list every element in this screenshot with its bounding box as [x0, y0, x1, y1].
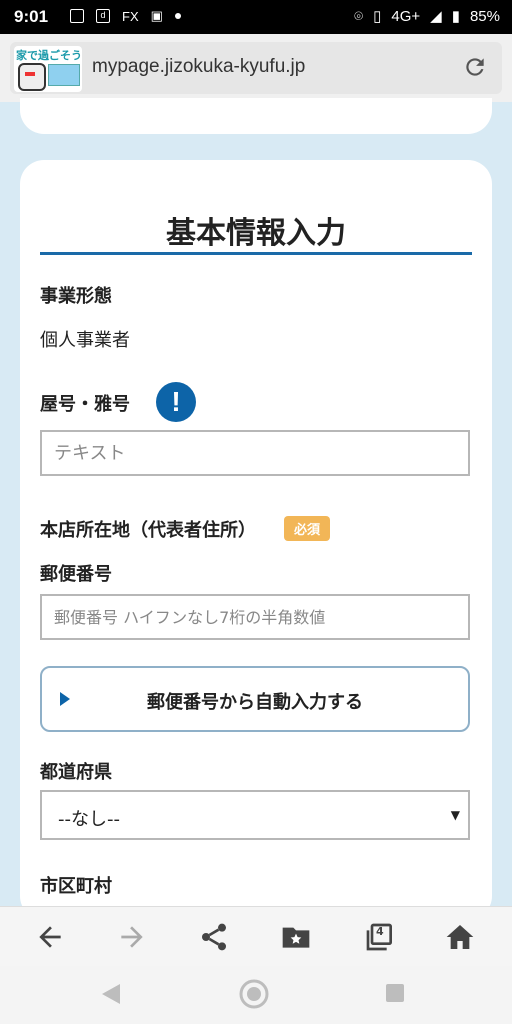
more-notifications-icon: [174, 13, 181, 19]
dropdown-arrow-icon: ▼: [450, 808, 460, 822]
auto-fill-button[interactable]: 郵便番号から自動入力する: [40, 666, 470, 732]
prefecture-label: 都道府県: [40, 762, 112, 783]
prefecture-selected: --なし--: [58, 809, 120, 830]
robot-icon: [18, 63, 46, 91]
window-icon: [48, 64, 80, 86]
info-icon[interactable]: !: [156, 382, 196, 422]
address-label: 本店所在地（代表者住所）: [40, 520, 256, 541]
previous-card: [20, 98, 492, 134]
signal-icon: ◢: [430, 8, 442, 25]
back-icon[interactable]: [34, 921, 66, 953]
required-badge: 必須: [284, 516, 331, 541]
business-type-label: 事業形態: [40, 286, 112, 307]
auto-fill-button-label: 郵便番号から自動入力する: [147, 692, 363, 713]
status-bar: 9:01 d FX ▣ ⌾ ▯ 4G+ ◢ ▮ 85%: [0, 0, 512, 34]
city-label: 市区町村: [40, 876, 112, 897]
home-icon[interactable]: [444, 921, 476, 953]
browser-address-bar: 家で過ごそう mypage.jizokuka-kyufu.jp: [0, 34, 512, 102]
battery-saver-icon: ▣: [150, 8, 163, 23]
postal-code-input[interactable]: [40, 594, 470, 640]
site-favicon[interactable]: 家で過ごそう: [14, 46, 82, 92]
business-type-value: 個人事業者: [40, 330, 130, 351]
fx-icon: FX: [122, 8, 139, 24]
notification-icons: d FX ▣: [70, 8, 181, 24]
nav-home-icon[interactable]: [238, 978, 270, 1010]
reload-icon[interactable]: [462, 54, 488, 80]
location-icon: ⌾: [354, 7, 364, 25]
nav-back-icon[interactable]: [100, 982, 122, 1006]
browser-toolbar: 4: [0, 906, 512, 967]
status-time: 9:01: [14, 7, 49, 26]
share-icon[interactable]: [198, 921, 230, 953]
url-text[interactable]: mypage.jizokuka-kyufu.jp: [92, 56, 305, 78]
network-type: 4G+: [391, 7, 421, 25]
favicon-text: 家で過ごそう: [16, 49, 82, 62]
postal-code-label: 郵便番号: [40, 564, 112, 585]
trade-name-input[interactable]: [40, 430, 470, 476]
url-field[interactable]: 家で過ごそう mypage.jizokuka-kyufu.jp: [10, 42, 502, 94]
form-card: 基本情報入力 事業形態 個人事業者 屋号・雅号 ! 本店所在地（代表者住所） 必…: [20, 160, 492, 920]
tab-count: 4: [376, 925, 384, 938]
system-nav-bar: [0, 966, 512, 1024]
docomo-icon: d: [96, 9, 110, 23]
tabs-icon[interactable]: 4: [364, 921, 396, 953]
forward-icon[interactable]: [116, 921, 148, 953]
trade-name-label: 屋号・雅号: [40, 394, 130, 415]
form-title: 基本情報入力: [166, 216, 346, 251]
battery-icon: ▮: [451, 8, 460, 25]
nav-recents-icon[interactable]: [384, 982, 406, 1004]
system-icons: ⌾ ▯ 4G+ ◢ ▮ 85%: [354, 7, 500, 26]
prefecture-select[interactable]: --なし-- ▼: [40, 790, 470, 840]
image-icon: [70, 9, 84, 23]
bookmark-folder-icon[interactable]: [280, 921, 312, 953]
battery-level: 85%: [469, 7, 500, 25]
vibrate-icon: ▯: [373, 8, 382, 25]
title-underline: [40, 252, 472, 255]
